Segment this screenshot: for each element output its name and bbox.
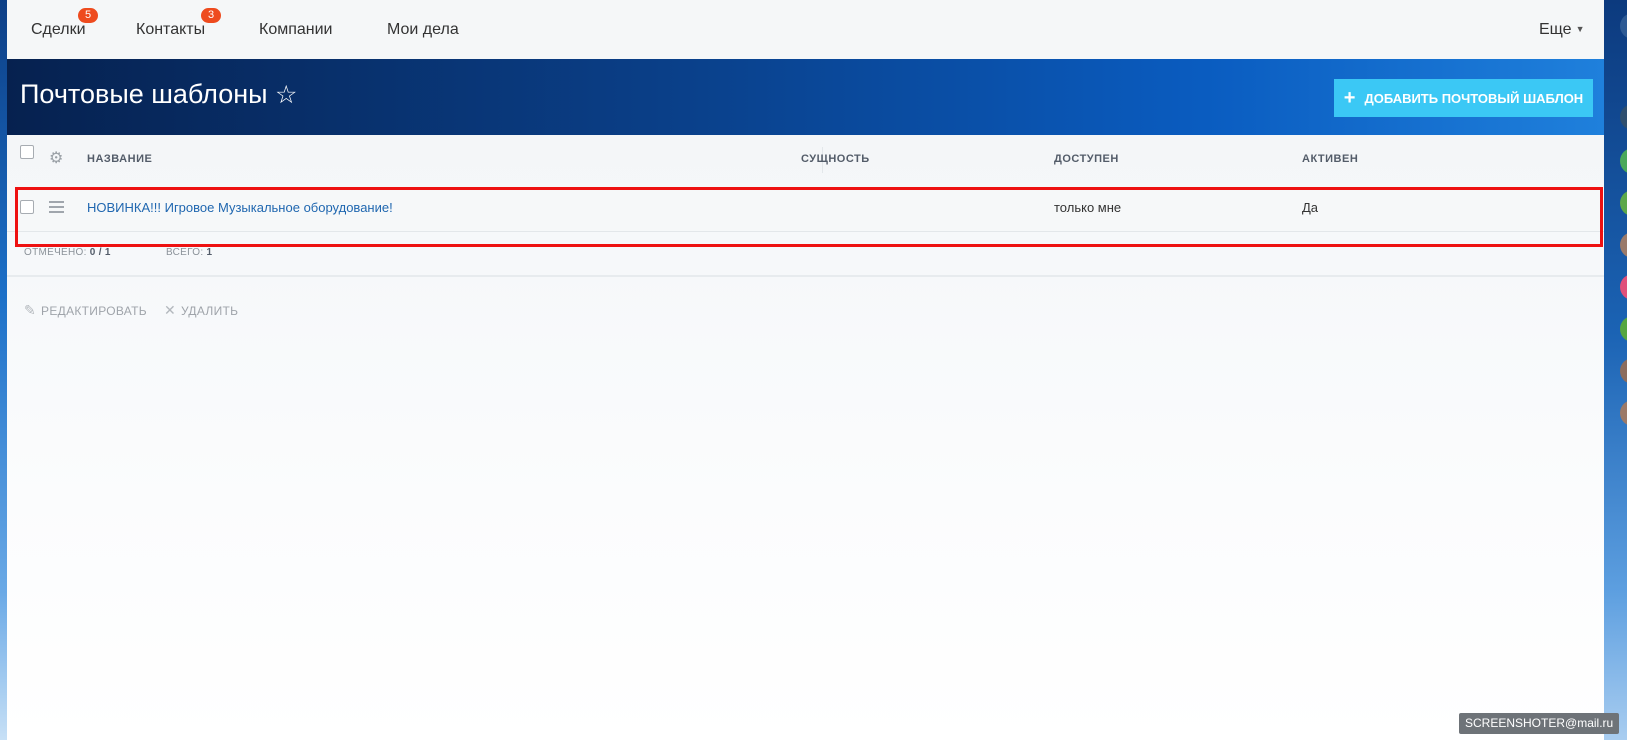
nav-item-companies[interactable]: Компании [259, 21, 333, 39]
delete-action-button[interactable]: ✕ УДАЛИТЬ [164, 302, 238, 319]
nav-badge-deals: 5 [78, 8, 98, 23]
caret-down-icon: ▼ [1575, 24, 1585, 34]
nav-item-label: Мои дела [387, 21, 459, 38]
window-frame-left [0, 0, 7, 740]
gear-icon[interactable]: ⚙ [49, 148, 63, 168]
total-value: 1 [206, 247, 213, 258]
add-email-template-button[interactable]: + ДОБАВИТЬ ПОЧТОВЫЙ ШАБЛОН [1334, 79, 1593, 117]
favorite-star-icon[interactable]: ☆ [275, 80, 297, 110]
pencil-icon: ✎ [24, 302, 37, 318]
highlight-annotation [15, 187, 1603, 247]
nav-item-label: Контакты [136, 21, 206, 38]
page-title: Почтовые шаблоны [20, 79, 268, 109]
selected-value: 0 / 1 [89, 247, 111, 258]
total-count: ВСЕГО: 1 [166, 247, 212, 258]
edit-label: РЕДАКТИРОВАТЬ [41, 303, 147, 318]
select-all-checkbox[interactable] [20, 145, 34, 159]
nav-more-menu[interactable]: Еще ▼ [1539, 21, 1584, 39]
column-header-active[interactable]: АКТИВЕН [1302, 153, 1358, 165]
nav-badge-contacts: 3 [201, 8, 221, 23]
table-header: ⚙ НАЗВАНИЕ СУЩНОСТЬ ДОСТУПЕН АКТИВЕН [7, 135, 1604, 184]
plus-icon: + [1343, 87, 1356, 109]
edit-action-button[interactable]: ✎ РЕДАКТИРОВАТЬ [24, 302, 147, 319]
column-header-available[interactable]: ДОСТУПЕН [1054, 153, 1119, 165]
page-header: Почтовые шаблоны ☆ + ДОБАВИТЬ ПОЧТОВЫЙ Ш… [7, 59, 1604, 135]
nav-more-label: Еще [1539, 21, 1572, 38]
top-navigation: Сделки 5 Контакты 3 Компании Мои дела Ещ… [7, 0, 1604, 59]
selected-count: ОТМЕЧЕНО: 0 / 1 [24, 247, 111, 258]
add-button-label: ДОБАВИТЬ ПОЧТОВЫЙ ШАБЛОН [1364, 90, 1584, 106]
nav-item-my-tasks[interactable]: Мои дела [387, 21, 459, 39]
close-icon: ✕ [164, 302, 177, 318]
nav-item-contacts[interactable]: Контакты 3 [136, 8, 221, 39]
nav-item-label: Сделки [31, 21, 86, 38]
delete-label: УДАЛИТЬ [181, 303, 239, 318]
nav-item-label: Компании [259, 21, 333, 38]
nav-item-deals[interactable]: Сделки 5 [31, 8, 98, 39]
column-header-name[interactable]: НАЗВАНИЕ [87, 153, 152, 165]
selected-label: ОТМЕЧЕНО: [24, 247, 87, 258]
total-label: ВСЕГО: [166, 247, 204, 258]
column-header-entity[interactable]: СУЩНОСТЬ [801, 153, 870, 165]
screenshot-watermark: SCREENSHOTER@mail.ru [1459, 713, 1620, 734]
